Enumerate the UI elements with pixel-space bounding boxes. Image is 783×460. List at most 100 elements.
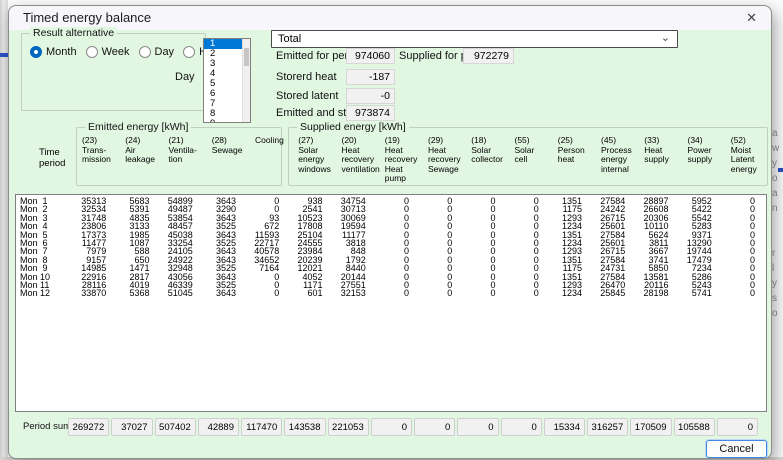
column-header: (20) Heat recovery ventilation: [327, 136, 370, 184]
column-header: Cooling: [240, 136, 283, 184]
radio-icon: [30, 46, 42, 58]
period-sum-value: 0: [457, 418, 498, 436]
row-value: 601: [284, 289, 327, 297]
result-type-dropdown[interactable]: Total ⌄: [271, 30, 678, 48]
row-value: 25845: [587, 289, 630, 297]
period-sum-value: 0: [501, 418, 542, 436]
background-glyph: o: [772, 308, 782, 320]
period-sum-value: 507402: [155, 418, 196, 436]
radio-group: MonthWeekDayHour: [30, 46, 223, 58]
row-value: 0: [241, 289, 284, 297]
day-list-label: Day: [175, 71, 195, 83]
period-sum-value: 37027: [111, 418, 152, 436]
radio-option-week[interactable]: Week: [86, 46, 130, 58]
column-header: (45) Process energy internal: [586, 136, 629, 184]
chevron-down-icon: ⌄: [661, 31, 670, 44]
column-header: (25) Person heat: [543, 136, 586, 184]
background-glyph: l: [772, 263, 782, 275]
radio-option-label: Month: [46, 46, 77, 58]
row-value: 0: [501, 289, 544, 297]
column-header: (19) Heat recovery Heat pump: [370, 136, 413, 184]
radio-icon: [183, 46, 195, 58]
period-sum-value: 0: [371, 418, 412, 436]
column-header: (23) Trans- mission: [67, 136, 110, 184]
period-sum-value: 221053: [328, 418, 369, 436]
stored-latent-label: Stored latent: [276, 88, 338, 104]
day-listbox[interactable]: 123456789: [203, 38, 251, 123]
period-sum-value: 15334: [544, 418, 585, 436]
stored-heat-value: -187: [346, 69, 395, 85]
scrollbar-thumb[interactable]: [244, 48, 249, 66]
radio-icon: [139, 46, 151, 58]
radio-icon: [86, 46, 98, 58]
stored-latent-value: -0: [346, 88, 395, 104]
row-value: 51045: [155, 289, 198, 297]
dialog-title: Timed energy balance: [23, 10, 151, 25]
day-list-item[interactable]: 9: [204, 119, 243, 123]
period-sum-value: 105588: [674, 418, 715, 436]
background-glyph: r: [772, 248, 782, 260]
supplied-for-period-value: 972279: [463, 48, 514, 64]
row-value: 0: [371, 289, 414, 297]
background-glyph: a: [772, 128, 782, 140]
result-alternative-label: Result alternative: [30, 27, 117, 39]
energy-balance-table[interactable]: Mon 135313568354899364309383475400001351…: [15, 194, 767, 412]
row-value: 0: [414, 289, 457, 297]
period-sum-value: 0: [414, 418, 455, 436]
radio-option-month[interactable]: Month: [30, 46, 77, 58]
row-value: 0: [457, 289, 500, 297]
radio-option-label: Day: [155, 46, 175, 58]
column-header: (27) Solar energy windows: [283, 136, 326, 184]
period-sum-value: 0: [717, 418, 758, 436]
day-list-items: 123456789: [204, 39, 243, 123]
emitted-and-stored-value: 973874: [346, 105, 395, 121]
row-value: 5368: [111, 289, 154, 297]
row-value: 3643: [198, 289, 241, 297]
column-headers: (23) Trans- mission(24) Air leakage(21) …: [67, 136, 759, 184]
column-header: (52) Moist Latent energy: [716, 136, 759, 184]
background-accent-line-left: [0, 53, 8, 57]
period-sum-value: 42889: [198, 418, 239, 436]
cancel-button[interactable]: Cancel: [706, 440, 767, 458]
period-sum-value: 143538: [284, 418, 325, 436]
radio-option-day[interactable]: Day: [139, 46, 175, 58]
period-sum-row: Period sum 26927237027507402428891174701…: [15, 418, 759, 436]
column-header: (18) Solar collector: [456, 136, 499, 184]
background-window-edge: [0, 0, 8, 460]
row-value: 0: [717, 289, 760, 297]
background-glyph: a: [772, 188, 782, 200]
row-period: Mon 12: [16, 289, 68, 297]
radio-option-label: Week: [102, 46, 130, 58]
background-glyph: y: [772, 278, 782, 290]
timed-energy-balance-dialog: Timed energy balance ✕ Result alternativ…: [8, 5, 772, 459]
desktop-background: awyoanrlyso Timed energy balance ✕ Resul…: [0, 0, 783, 460]
period-sum-value: 170509: [630, 418, 671, 436]
emitted-energy-group-label: Emitted energy [kWh]: [85, 121, 191, 133]
row-value: 32153: [328, 289, 371, 297]
listbox-scrollbar[interactable]: [242, 39, 250, 122]
background-glyph: y: [772, 158, 782, 170]
row-value: 33870: [68, 289, 111, 297]
row-value: 1234: [544, 289, 587, 297]
close-icon[interactable]: ✕: [746, 10, 757, 26]
row-value: 28198: [630, 289, 673, 297]
column-header: (33) Heat supply: [629, 136, 672, 184]
column-header: (24) Air leakage: [110, 136, 153, 184]
column-header: (29) Heat recovery Sewage: [413, 136, 456, 184]
dropdown-value: Total: [278, 32, 301, 47]
column-header: (34) Power supply: [673, 136, 716, 184]
background-glyph: o: [772, 173, 782, 185]
period-sum-value: 117470: [241, 418, 282, 436]
time-period-header: Time period: [39, 147, 65, 169]
column-header: (28) Sewage: [197, 136, 240, 184]
background-glyph: n: [772, 203, 782, 215]
column-header: (21) Ventila- tion: [154, 136, 197, 184]
background-glyph: s: [772, 293, 782, 305]
period-sum-value: 269272: [68, 418, 109, 436]
table-row[interactable]: Mon 123387053685104536430601321530000123…: [16, 289, 766, 297]
period-sum-label: Period sum: [15, 418, 67, 436]
title-bar[interactable]: Timed energy balance ✕: [9, 6, 771, 30]
emitted-for-period-value: 974060: [346, 48, 395, 64]
row-value: 5741: [674, 289, 717, 297]
background-glyph: w: [772, 143, 782, 155]
